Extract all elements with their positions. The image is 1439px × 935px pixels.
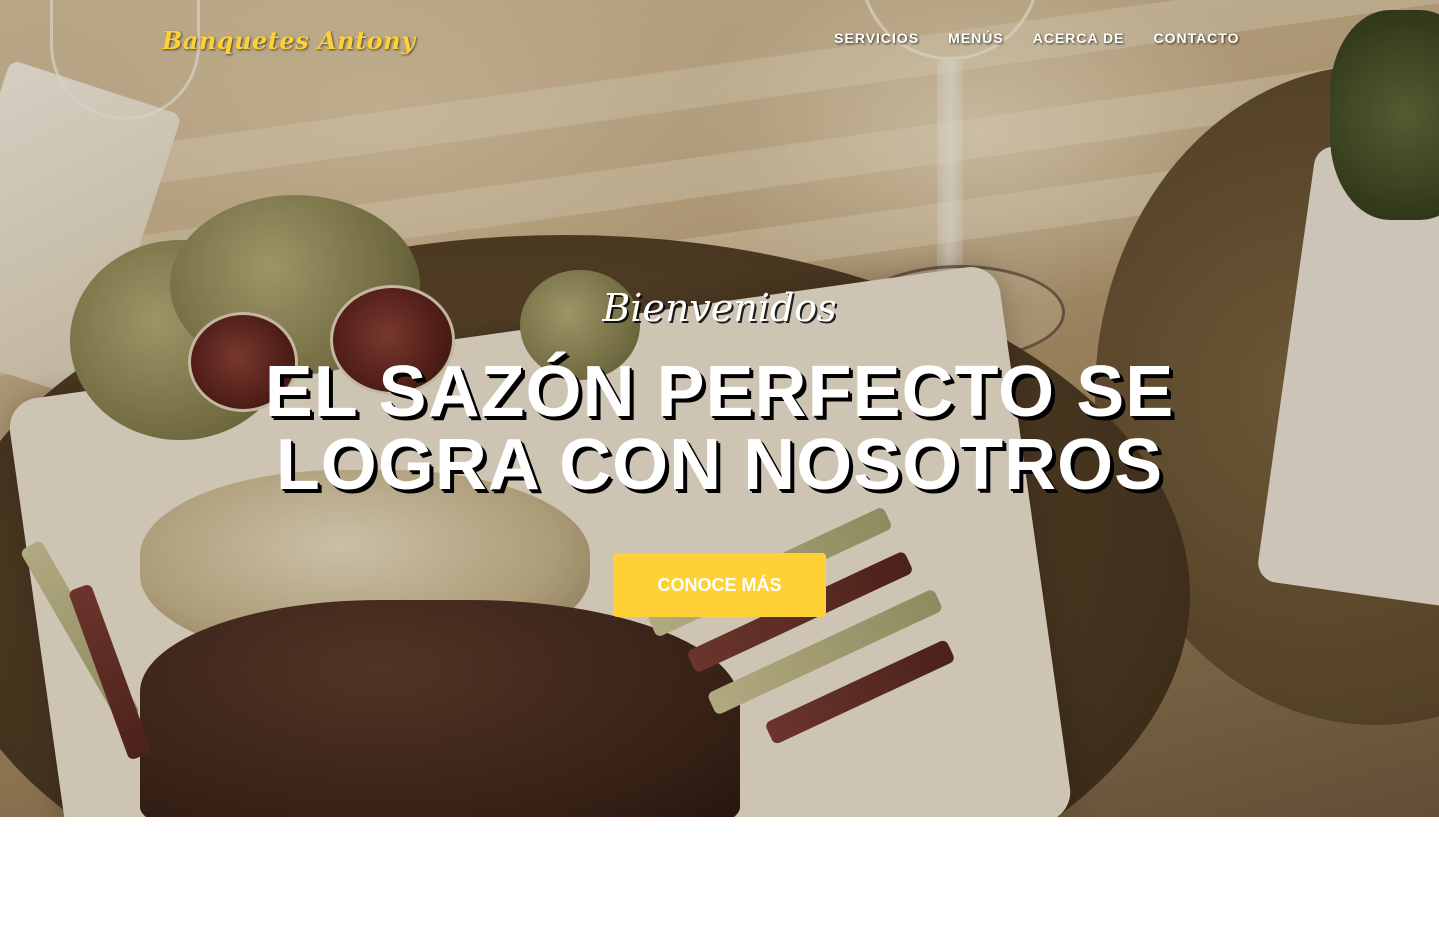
hero-heading-line: LOGRA CON NOSOTROS (275, 425, 1164, 505)
main-navbar: Banquetes Antony Servicios Menús Acerca … (0, 0, 1439, 80)
nav-link-acerca-de[interactable]: Acerca de (1018, 30, 1139, 46)
brand-logo[interactable]: Banquetes Antony (162, 26, 416, 55)
hero-lead: Bienvenidos (602, 286, 837, 330)
hero-intro: Bienvenidos EL SAZÓN PERFECTO SE LOGRA C… (0, 280, 1439, 617)
nav-link-menus[interactable]: Menús (934, 30, 1019, 46)
conoce-mas-button[interactable]: CONOCE MÁS (613, 553, 826, 617)
nav-link-servicios[interactable]: Servicios (820, 30, 934, 46)
nav-link-contacto[interactable]: Contacto (1139, 30, 1254, 46)
hero-heading-line: EL SAZÓN PERFECTO SE (264, 352, 1175, 432)
nav-links: Servicios Menús Acerca de Contacto (820, 30, 1254, 46)
hero-section: Banquetes Antony Servicios Menús Acerca … (0, 0, 1439, 817)
hero-heading: EL SAZÓN PERFECTO SE LOGRA CON NOSOTROS (0, 356, 1439, 502)
